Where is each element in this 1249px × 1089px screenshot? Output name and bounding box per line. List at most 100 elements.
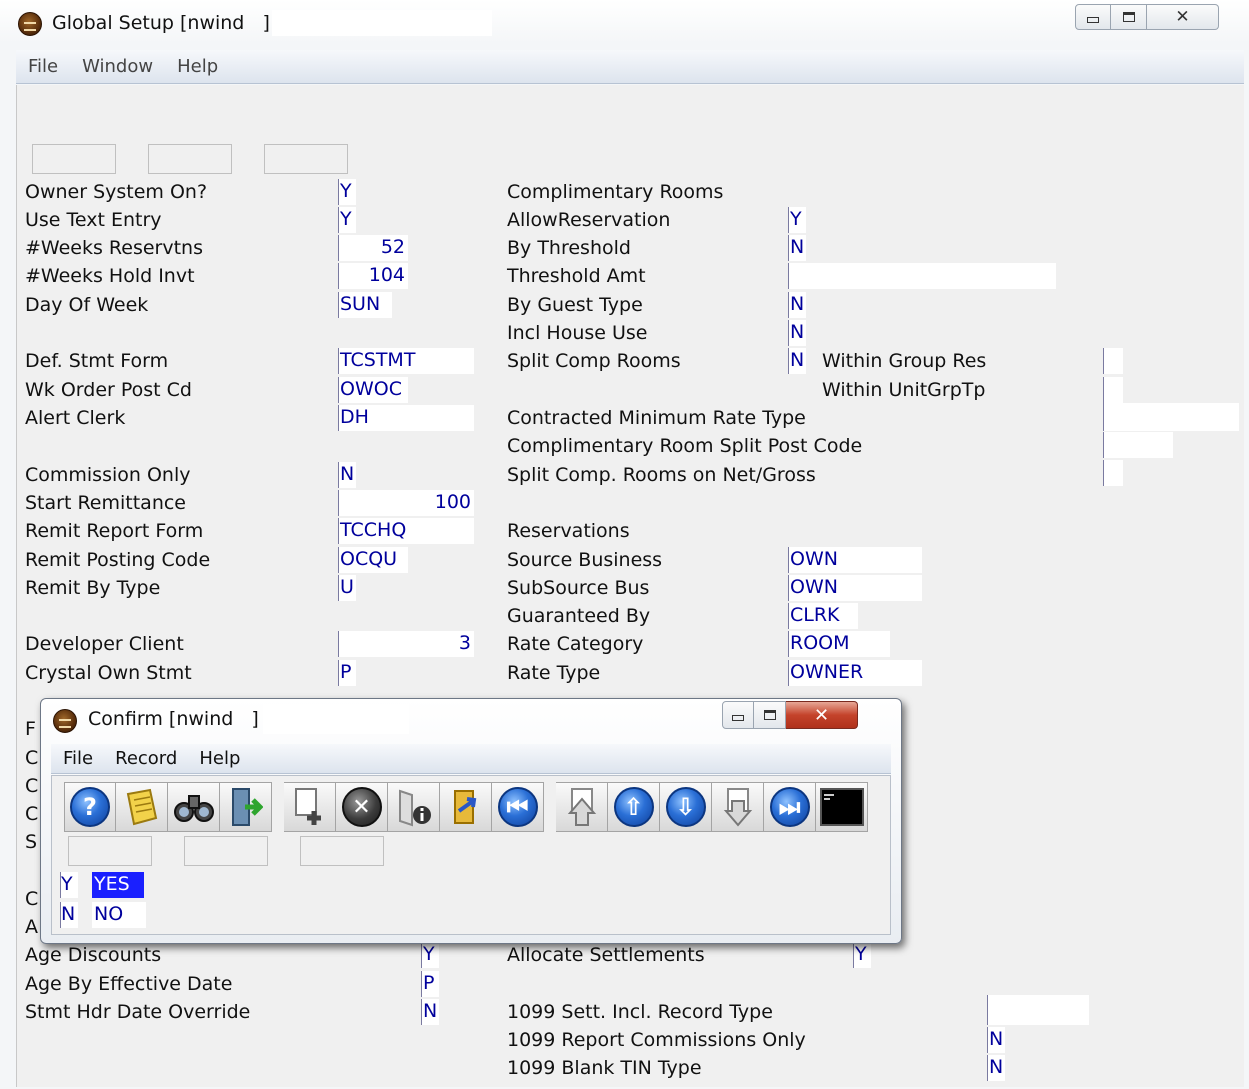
menu-file[interactable]: File	[28, 56, 58, 77]
use-text-entry-label: Use Text Entry	[25, 209, 162, 231]
remit-posting-code-field[interactable]: OCQU	[338, 547, 408, 573]
commission-only-field[interactable]: N	[338, 462, 356, 488]
1099-blank-tin-type-field[interactable]: N	[987, 1055, 1005, 1081]
header-box-1[interactable]	[32, 144, 116, 174]
dialog-title-blank-area	[263, 704, 409, 734]
title-blank-area	[272, 10, 492, 36]
option-no-code[interactable]: N	[60, 902, 78, 928]
dialog-minimize-button[interactable]	[722, 701, 754, 729]
dialog-header-box-2[interactable]	[184, 836, 268, 866]
help-icon[interactable]: ?	[64, 782, 116, 832]
dialog-header-box-3[interactable]	[300, 836, 384, 866]
comp-room-split-post-code-field[interactable]	[1103, 432, 1173, 458]
app-icon	[53, 709, 77, 733]
def-stmt-form-field[interactable]: TCSTMT	[338, 348, 474, 374]
option-yes-text[interactable]: YES	[92, 872, 144, 898]
stmt-hdr-date-override-field[interactable]: N	[421, 999, 439, 1025]
stmt-hdr-date-override-label: Stmt Hdr Date Override	[25, 1001, 251, 1023]
owner-system-on-field[interactable]: Y	[338, 179, 356, 205]
header-box-2[interactable]	[148, 144, 232, 174]
age-by-effective-date-field[interactable]: P	[421, 971, 439, 997]
notes-icon[interactable]	[116, 782, 168, 832]
by-threshold-field[interactable]: N	[788, 235, 806, 261]
binoculars-search-icon[interactable]	[168, 782, 220, 832]
next-record-icon[interactable]: ⇩	[660, 782, 712, 832]
previous-record-icon[interactable]: ⇧	[608, 782, 660, 832]
menu-file[interactable]: File	[63, 748, 93, 769]
menu-bar: File Window Help	[16, 50, 1244, 84]
remit-report-form-field[interactable]: TCCHQ	[338, 518, 474, 544]
split-comp-rooms-field[interactable]: N	[788, 348, 806, 374]
remit-posting-code-label: Remit Posting Code	[25, 549, 211, 571]
weeks-hold-invt-field[interactable]: 104	[338, 263, 408, 289]
developer-client-label: Developer Client	[25, 633, 184, 655]
wk-order-post-cd-field[interactable]: OWOC	[338, 377, 408, 403]
within-group-res-label: Within Group Res	[822, 350, 987, 372]
split-comp-rooms-net-gross-field[interactable]	[1103, 460, 1123, 486]
weeks-reservtns-field[interactable]: 52	[338, 235, 408, 261]
page-up-icon[interactable]	[556, 782, 608, 832]
by-guest-type-field[interactable]: N	[788, 292, 806, 318]
allocate-settlements-field[interactable]: Y	[853, 942, 871, 968]
within-unitgrptp-field[interactable]	[1103, 377, 1123, 403]
menu-record[interactable]: Record	[115, 748, 177, 769]
contracted-minimum-rate-type-field[interactable]	[1103, 403, 1239, 431]
add-record-icon[interactable]	[284, 782, 336, 832]
option-no-text[interactable]: NO	[92, 902, 146, 928]
header-box-3[interactable]	[264, 144, 348, 174]
partial-label-f: F	[25, 718, 36, 740]
page-down-icon[interactable]	[712, 782, 764, 832]
record-info-icon[interactable]	[388, 782, 440, 832]
exit-door-icon[interactable]	[220, 782, 272, 832]
rate-category-label: Rate Category	[507, 633, 644, 655]
option-yes-code[interactable]: Y	[60, 872, 78, 898]
dialog-close-button[interactable]: ✕	[786, 701, 858, 729]
menu-window[interactable]: Window	[82, 56, 153, 77]
start-remittance-field[interactable]: 100	[338, 490, 474, 516]
minimize-icon	[1087, 17, 1099, 23]
rate-type-field[interactable]: OWNER	[788, 660, 922, 686]
maximize-button[interactable]	[1111, 4, 1147, 30]
close-icon: ✕	[1175, 7, 1190, 27]
incl-house-use-field[interactable]: N	[788, 320, 806, 346]
window-controls: ✕	[1075, 4, 1219, 30]
complimentary-rooms-heading: Complimentary Rooms	[507, 181, 724, 203]
last-record-icon[interactable]: ⏭	[764, 782, 816, 832]
allocate-settlements-label: Allocate Settlements	[507, 944, 705, 966]
age-discounts-field[interactable]: Y	[421, 942, 439, 968]
source-business-field[interactable]: OWN	[788, 547, 922, 573]
use-text-entry-field[interactable]: Y	[338, 207, 356, 233]
first-record-icon[interactable]: ⏮	[492, 782, 544, 832]
subsource-bus-label: SubSource Bus	[507, 577, 650, 599]
1099-sett-incl-record-type-field[interactable]	[987, 995, 1089, 1025]
developer-client-field[interactable]: 3	[338, 631, 474, 657]
guaranteed-by-field[interactable]: CLRK	[788, 603, 858, 629]
threshold-amt-field[interactable]	[788, 263, 1056, 289]
console-icon[interactable]	[816, 782, 868, 832]
toolbar: ? ✕ ⏮ ⇧ ⇩ ⏭	[64, 782, 868, 832]
day-of-week-label: Day Of Week	[25, 294, 149, 316]
subsource-bus-field[interactable]: OWN	[788, 575, 922, 601]
dialog-maximize-button[interactable]	[754, 701, 786, 729]
minimize-button[interactable]	[1075, 4, 1111, 30]
crystal-own-stmt-field[interactable]: P	[338, 660, 356, 686]
day-of-week-field[interactable]: SUN	[338, 292, 392, 318]
owner-system-on-label: Owner System On?	[25, 181, 208, 203]
export-icon[interactable]	[440, 782, 492, 832]
rate-category-field[interactable]: ROOM	[788, 631, 890, 657]
menu-help[interactable]: Help	[177, 56, 218, 77]
1099-report-commissions-only-field[interactable]: N	[987, 1027, 1005, 1053]
alert-clerk-field[interactable]: DH	[338, 405, 474, 431]
within-group-res-field[interactable]	[1103, 348, 1123, 374]
menu-help[interactable]: Help	[199, 748, 240, 769]
weeks-reservtns-label: #Weeks Reservtns	[25, 237, 203, 259]
remit-by-type-field[interactable]: U	[338, 575, 356, 601]
delete-record-icon[interactable]: ✕	[336, 782, 388, 832]
allow-reservation-field[interactable]: Y	[788, 207, 806, 233]
dialog-header-box-1[interactable]	[68, 836, 152, 866]
partial-label-c2: C	[25, 775, 39, 797]
partial-label-c1: C	[25, 747, 39, 769]
age-discounts-label: Age Discounts	[25, 944, 162, 966]
close-button[interactable]: ✕	[1147, 4, 1219, 30]
maximize-icon	[763, 710, 776, 720]
